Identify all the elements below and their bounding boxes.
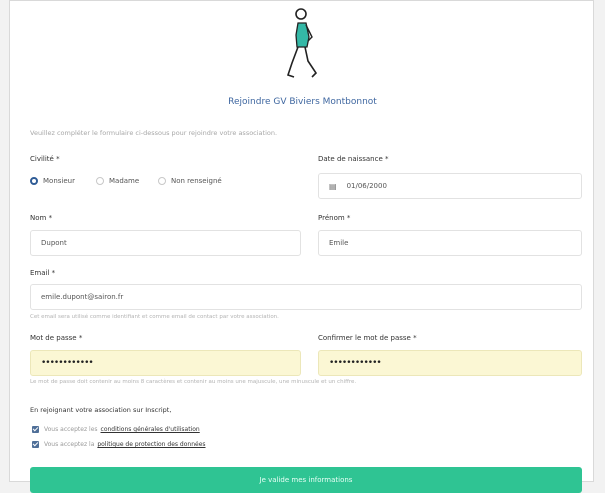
confirm-password-label: Confirmer le mot de passe *	[318, 334, 417, 342]
radio-empty-icon	[158, 177, 166, 185]
privacy-link[interactable]: politique de protection des données	[97, 441, 205, 448]
birthdate-field[interactable]: ▤ 01/06/2000	[318, 173, 582, 199]
password-value: ••••••••••••	[41, 358, 94, 368]
hero-illustration	[10, 1, 595, 91]
email-label: Email *	[30, 269, 56, 277]
radio-non-renseigne[interactable]: Non renseigné	[158, 177, 222, 185]
confirm-password-value: ••••••••••••	[329, 358, 382, 368]
civility-label: Civilité *	[30, 155, 60, 163]
password-label: Mot de passe *	[30, 334, 83, 342]
confirm-password-field[interactable]: ••••••••••••	[318, 350, 582, 376]
radio-monsieur[interactable]: Monsieur	[30, 177, 75, 185]
intro-text: Veuillez compléter le formulaire ci-dess…	[30, 129, 278, 137]
firstname-field[interactable]: Emile	[318, 230, 582, 256]
checkbox-checked-icon[interactable]	[32, 441, 39, 448]
consent-cgu-text: Vous acceptez les	[44, 426, 98, 433]
birthdate-label: Date de naissance *	[318, 155, 389, 163]
email-field[interactable]: emile.dupont@sairon.fr	[30, 284, 582, 310]
consent-privacy-text: Vous acceptez la	[44, 441, 95, 448]
email-value: emile.dupont@sairon.fr	[41, 293, 124, 301]
signup-card: Rejoindre GV Biviers Montbonnot Veuillez…	[9, 0, 595, 493]
radio-label-madame: Madame	[109, 177, 140, 185]
firstname-value: Emile	[329, 239, 349, 247]
lastname-label: Nom *	[30, 214, 53, 222]
submit-label: Je valide mes informations	[259, 476, 353, 484]
radio-label-non-renseigne: Non renseigné	[171, 177, 222, 185]
email-help: Cet email sera utilisé comme identifiant…	[30, 314, 279, 320]
radio-empty-icon	[96, 177, 104, 185]
radio-label-monsieur: Monsieur	[43, 177, 75, 185]
consent-privacy[interactable]: Vous acceptez la politique de protection…	[32, 441, 206, 448]
submit-button[interactable]: Je valide mes informations	[30, 467, 582, 493]
radio-selected-icon	[30, 177, 38, 185]
consent-heading: En rejoignant votre association sur Insc…	[30, 406, 172, 414]
cgu-link[interactable]: conditions générales d'utilisation	[101, 426, 200, 433]
birthdate-value: 01/06/2000	[346, 182, 387, 190]
radio-madame[interactable]: Madame	[96, 177, 139, 185]
password-help: Le mot de passe doit contenir au moins 8…	[30, 379, 357, 385]
lastname-value: Dupont	[41, 239, 67, 247]
lastname-field[interactable]: Dupont	[30, 230, 301, 256]
walking-person-icon	[286, 8, 318, 78]
page-title: Rejoindre GV Biviers Montbonnot	[228, 97, 377, 107]
password-field[interactable]: ••••••••••••	[30, 350, 301, 376]
calendar-icon: ▤	[329, 181, 337, 191]
consent-cgu[interactable]: Vous acceptez les conditions générales d…	[32, 426, 200, 433]
checkbox-checked-icon[interactable]	[32, 426, 39, 433]
firstname-label: Prénom *	[318, 214, 351, 222]
